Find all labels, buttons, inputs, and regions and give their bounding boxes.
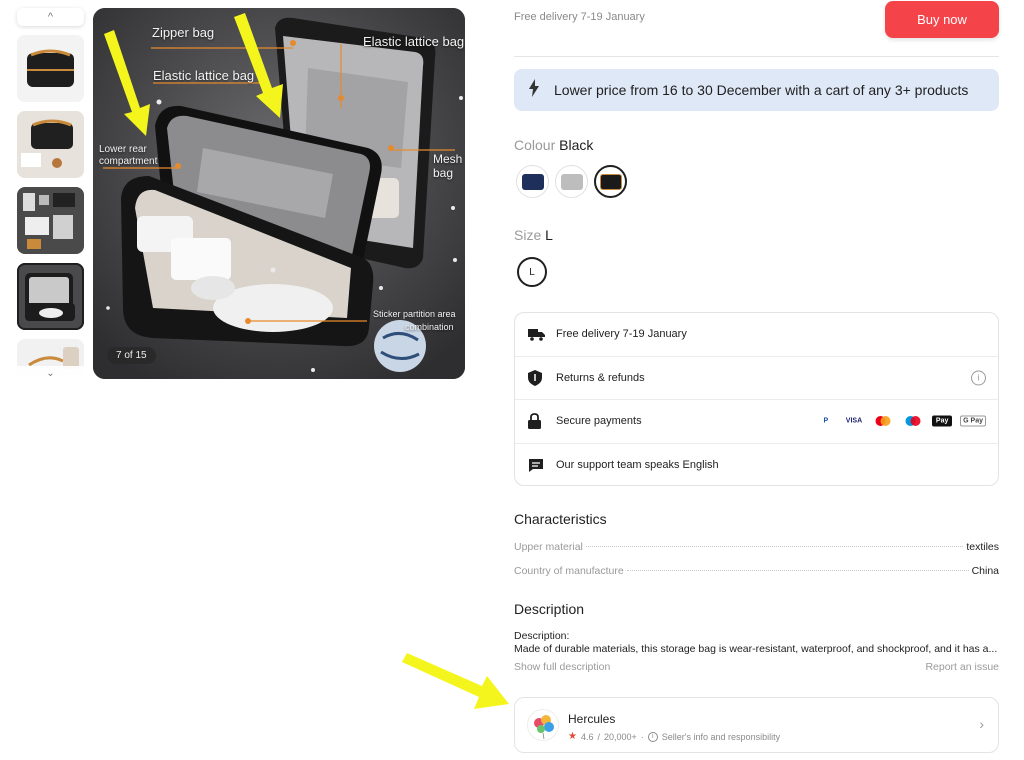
buy-now-button[interactable]: Buy now xyxy=(885,1,999,38)
size-chip-l[interactable]: L xyxy=(517,257,547,287)
bag-contents-thumbnail-image xyxy=(17,187,84,254)
thumbnails-down-button[interactable]: ⌄ xyxy=(17,366,84,380)
seller-name: Hercules xyxy=(568,712,616,726)
mesh-bag-label-line2: bag xyxy=(433,166,454,180)
maestro-icon xyxy=(902,416,924,427)
thumbnail-3[interactable] xyxy=(17,187,84,254)
colour-swatches xyxy=(516,165,627,198)
separator: / xyxy=(597,731,600,742)
lock-icon xyxy=(528,413,546,430)
elastic-lattice-bag-left-label: Elastic lattice bag xyxy=(153,68,255,83)
lower-rear-label-line2: compartment xyxy=(99,156,158,167)
mastercard-icon xyxy=(872,416,894,427)
annotation-arrow-3 xyxy=(402,653,509,709)
thumbnail-strip: ^ xyxy=(17,8,84,375)
description-title: Description xyxy=(514,601,585,617)
colour-value: Black xyxy=(559,137,594,153)
delivery-row-text: Free delivery 7-19 January xyxy=(556,328,687,341)
lightning-icon xyxy=(528,78,542,102)
size-value: L xyxy=(545,227,553,243)
bag-open-thumbnail-image xyxy=(17,263,84,330)
characteristic-value: China xyxy=(971,565,999,577)
thumbnail-1[interactable] xyxy=(17,35,84,102)
characteristic-row: Country of manufacture China xyxy=(514,565,999,577)
report-issue-link[interactable]: Report an issue xyxy=(925,661,999,673)
dotted-leader xyxy=(626,570,969,571)
promo-text: Lower price from 16 to 30 December with … xyxy=(554,82,969,98)
payments-row-text: Secure payments xyxy=(556,415,642,428)
payments-row[interactable]: Secure payments P VISA Pay G Pay xyxy=(515,400,998,444)
seller-card[interactable]: Hercules ★ 4.6 / 20,000+ · i Seller's in… xyxy=(514,697,999,753)
chevron-right-icon: › xyxy=(979,716,984,732)
navy-bag-icon xyxy=(521,173,544,190)
description-label: Description: xyxy=(514,630,570,642)
size-label: Size xyxy=(514,227,542,243)
grey-bag-icon xyxy=(560,173,583,190)
bag-desk-thumbnail-image xyxy=(17,111,84,178)
returns-row[interactable]: Returns & refunds i xyxy=(515,357,998,400)
image-counter: 7 of 15 xyxy=(107,347,156,364)
shield-icon xyxy=(528,369,546,386)
thumbnails-up-button[interactable]: ^ xyxy=(17,8,84,26)
chevron-up-icon: ^ xyxy=(47,11,54,23)
main-product-image[interactable]: Zipper bag Elastic lattice bag Elastic l… xyxy=(93,8,465,379)
characteristic-value: textiles xyxy=(966,541,999,553)
lower-rear-label-line1: Lower rear xyxy=(99,144,147,155)
balloons-logo-icon xyxy=(534,715,554,740)
promo-banner: Lower price from 16 to 30 December with … xyxy=(514,69,999,111)
service-info-box: Free delivery 7-19 January Returns & ref… xyxy=(514,312,999,486)
divider xyxy=(514,56,999,57)
sticker-partition-label-line2: combination xyxy=(405,322,454,332)
thumbnail-4-active[interactable] xyxy=(17,263,84,330)
description-text: Made of durable materials, this storage … xyxy=(514,643,998,655)
bag-closed-thumbnail-image xyxy=(17,35,84,102)
apple-pay-icon: Pay xyxy=(932,415,953,427)
characteristic-key: Upper material xyxy=(514,541,583,553)
delivery-row[interactable]: Free delivery 7-19 January xyxy=(515,313,998,357)
separator-dot: · xyxy=(640,731,644,742)
characteristics-title: Characteristics xyxy=(514,511,607,527)
description-links: Show full description Report an issue xyxy=(514,661,999,673)
elastic-lattice-bag-right-label: Elastic lattice bag xyxy=(363,34,465,49)
seller-info-link[interactable]: Seller's info and responsibility xyxy=(662,732,780,742)
characteristic-key: Country of manufacture xyxy=(514,565,624,577)
visa-icon: VISA xyxy=(845,417,863,425)
star-icon: ★ xyxy=(568,731,577,742)
black-bag-icon xyxy=(599,173,622,190)
support-row[interactable]: Our support team speaks English xyxy=(515,444,998,488)
delivery-summary: Free delivery 7-19 January xyxy=(514,11,645,23)
characteristic-row: Upper material textiles xyxy=(514,541,999,553)
returns-row-text: Returns & refunds xyxy=(556,371,645,384)
dotted-leader xyxy=(585,546,964,547)
support-row-text: Our support team speaks English xyxy=(556,459,719,472)
truck-icon xyxy=(528,328,546,341)
swatch-navy[interactable] xyxy=(516,165,549,198)
seller-avatar xyxy=(527,709,559,741)
chat-icon xyxy=(528,458,546,473)
colour-label: Colour xyxy=(514,137,556,153)
mesh-bag-label-line1: Mesh xyxy=(433,152,463,166)
seller-orders: 20,000+ xyxy=(604,731,637,742)
show-full-description-link[interactable]: Show full description xyxy=(514,661,610,673)
seller-meta: ★ 4.6 / 20,000+ · i Seller's info and re… xyxy=(568,731,780,742)
payment-methods: P VISA Pay G Pay xyxy=(816,415,986,427)
size-option-label: Size L xyxy=(514,227,553,243)
seller-rating: 4.6 xyxy=(580,731,594,742)
thumbnail-2[interactable] xyxy=(17,111,84,178)
zipper-bag-label: Zipper bag xyxy=(152,25,215,40)
info-icon: i xyxy=(647,731,658,742)
colour-option-label: Colour Black xyxy=(514,137,593,153)
info-icon[interactable]: i xyxy=(971,370,986,386)
chevron-down-icon: ⌄ xyxy=(46,367,55,379)
swatch-grey[interactable] xyxy=(555,165,588,198)
swatch-black[interactable] xyxy=(594,165,627,198)
google-pay-icon: G Pay xyxy=(960,415,986,427)
sticker-partition-label-line1: Sticker partition area xyxy=(373,309,456,319)
paypal-icon: P xyxy=(823,417,829,425)
